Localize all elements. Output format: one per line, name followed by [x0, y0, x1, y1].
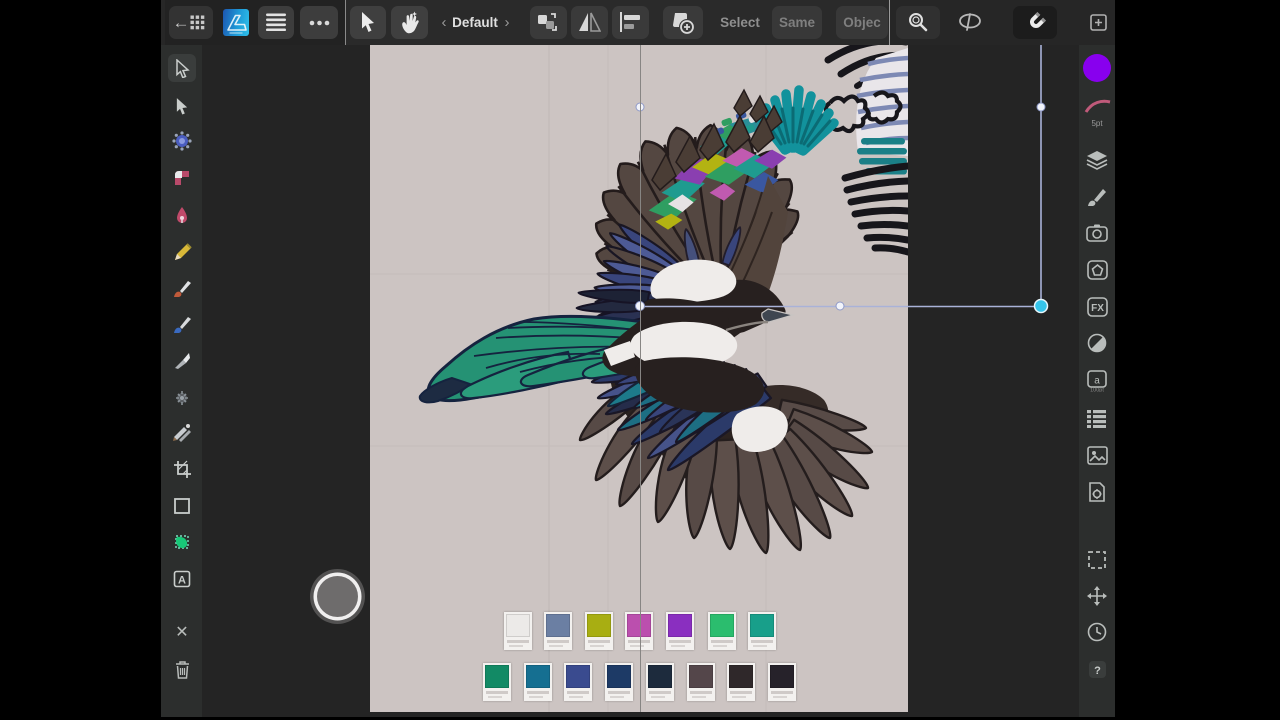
svg-text:100pt: 100pt [1090, 388, 1104, 393]
svg-text:?: ? [1094, 665, 1101, 677]
svg-text:A: A [178, 575, 186, 587]
svg-text:a: a [1094, 376, 1100, 387]
svg-text:FX: FX [1091, 303, 1104, 314]
